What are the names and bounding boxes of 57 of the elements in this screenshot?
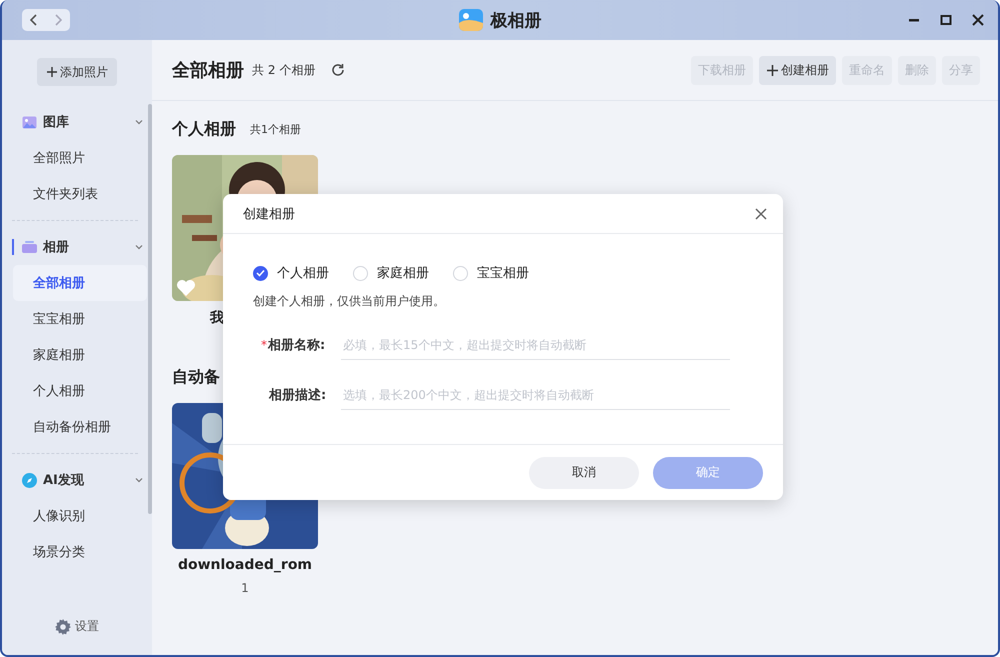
sidebar-item[interactable]: 全部照片 (13, 140, 147, 176)
chevron-right-icon (54, 13, 62, 27)
radio-button[interactable] (253, 266, 268, 280)
maximize-icon (940, 14, 952, 26)
album-stack-icon (22, 241, 37, 253)
sidebar-item[interactable]: 场景分类 (13, 534, 147, 570)
required-mark: * (261, 338, 267, 352)
dialog-description: 创建个人相册，仅供当前用户使用。 (253, 293, 446, 310)
sidebar-item[interactable]: 全部相册 (13, 265, 147, 301)
compass-icon (22, 472, 37, 488)
sidebar-group-header[interactable]: 相册 (2, 229, 152, 265)
sidebar-item[interactable]: 人像识别 (13, 498, 147, 534)
sidebar-item[interactable]: 宝宝相册 (13, 301, 147, 337)
close-icon (755, 208, 767, 220)
chevron-icon[interactable] (134, 242, 144, 252)
radio-label[interactable]: 宝宝相册 (477, 264, 529, 282)
photo-count: 1 (241, 581, 249, 595)
cancel-button[interactable]: 取消 (529, 456, 639, 488)
refresh-icon[interactable] (331, 63, 346, 77)
radio-label[interactable]: 个人相册 (277, 264, 329, 282)
plus-icon (766, 64, 779, 76)
album-name: downloaded_rom (178, 557, 312, 573)
image-icon (22, 116, 37, 128)
sidebar-group-header[interactable]: 图库 (2, 104, 152, 140)
add-photos-button[interactable]: 添加照片 (37, 58, 117, 86)
chevron-icon[interactable] (134, 117, 144, 127)
dialog-title: 创建相册 (243, 206, 296, 222)
page-title: 全部相册 (172, 59, 244, 82)
radio-button[interactable] (353, 266, 368, 280)
check-icon (256, 269, 265, 277)
window-title: 极相册 (490, 10, 542, 32)
heart-icon[interactable] (176, 279, 196, 297)
app-logo-icon (458, 9, 482, 31)
settings-label[interactable]: 设置 (75, 618, 99, 635)
radio-label[interactable]: 家庭相册 (377, 264, 429, 282)
input-field[interactable]: 选填，最长200个中文，超出提交时将自动截断 (341, 380, 730, 410)
radio-button[interactable] (453, 266, 468, 280)
settings-icon[interactable] (55, 618, 71, 634)
sidebar-item[interactable]: 文件夹列表 (13, 176, 147, 212)
sidebar-item[interactable]: 自动备份相册 (13, 409, 147, 445)
section-title: 自动备 (172, 366, 220, 388)
sidebar-item[interactable]: 家庭相册 (13, 337, 147, 373)
section-count: 共1个相册 (250, 122, 301, 136)
chevron-left-icon (30, 13, 38, 27)
plus-icon (46, 66, 58, 78)
close-icon (972, 14, 984, 26)
sidebar-item[interactable]: 个人相册 (13, 373, 147, 409)
field-label: 相册描述: (269, 387, 326, 404)
album-count: 共 2 个相册 (252, 62, 316, 78)
sidebar-group-header[interactable]: AI发现 (2, 462, 152, 498)
input-field[interactable]: 必填，最长15个中文，超出提交时将自动截断 (341, 330, 730, 360)
section-title: 个人相册 (172, 118, 236, 140)
chevron-icon[interactable] (134, 475, 144, 485)
album-name: 我 (210, 309, 224, 327)
toolbar-button[interactable]: 创建相册 (759, 56, 836, 84)
field-label: 相册名称: (268, 337, 326, 354)
scrollbar-thumb[interactable] (148, 104, 152, 514)
